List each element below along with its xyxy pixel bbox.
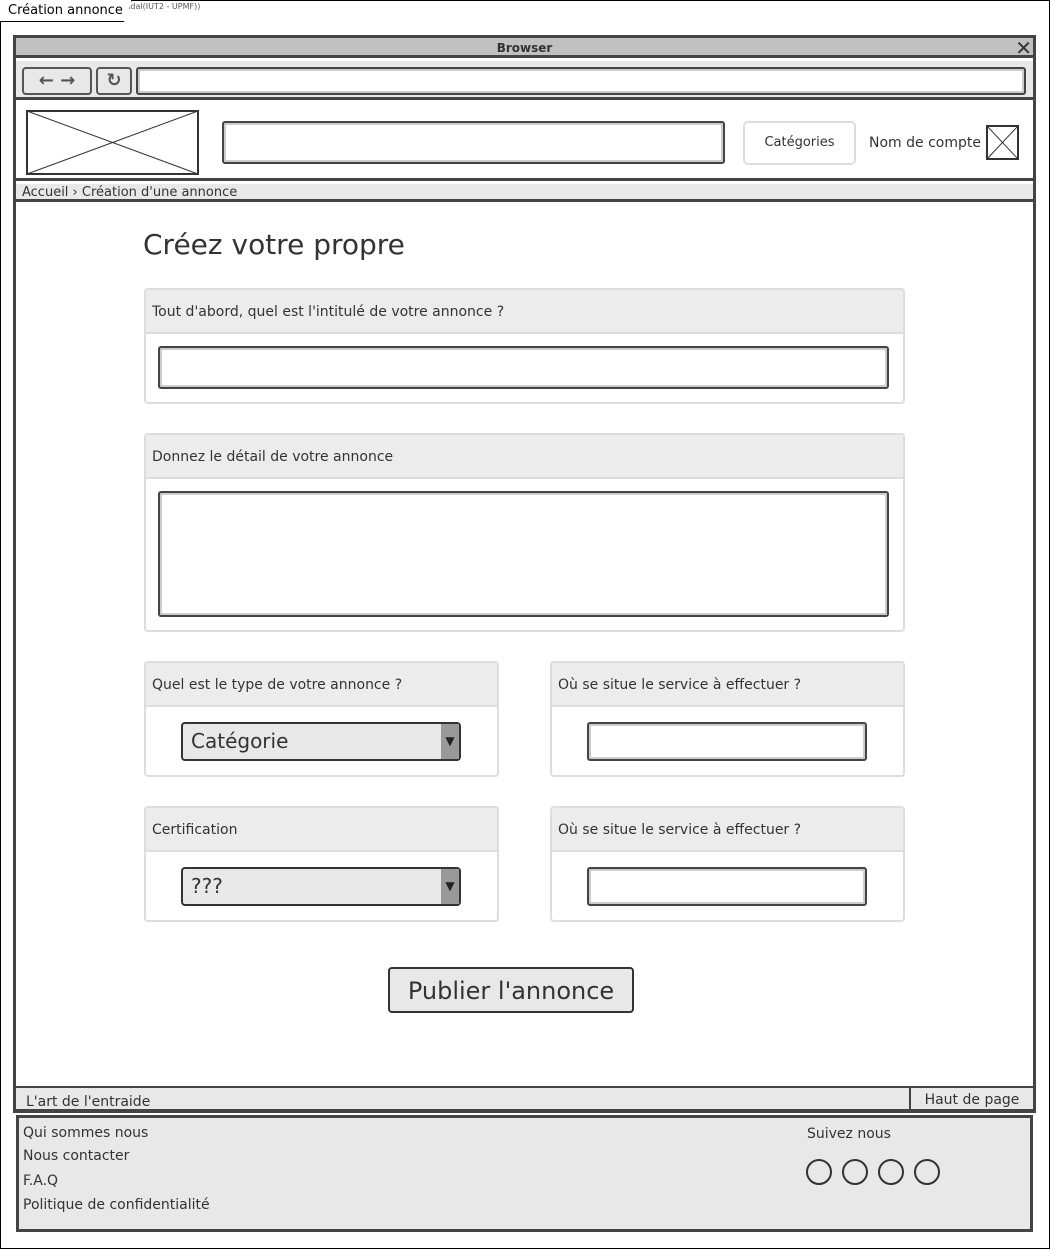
mockup-tab: Création annonce <box>0 0 132 22</box>
reload-icon[interactable]: ↻ <box>96 67 132 95</box>
location-question-1: Où se situe le service à effectuer ? <box>552 663 903 707</box>
location-input-2[interactable] <box>587 867 867 906</box>
title-input[interactable] <box>158 346 889 389</box>
type-select[interactable]: Catégorie ▼ <box>181 722 461 761</box>
type-question: Quel est le type de votre annonce ? <box>146 663 497 707</box>
search-input[interactable] <box>222 121 725 164</box>
avatar-placeholder-icon[interactable] <box>986 125 1019 160</box>
detail-textarea[interactable] <box>158 491 889 617</box>
detail-question: Donnez le détail de votre annonce <box>146 435 903 479</box>
footer-link-privacy[interactable]: Politique de confidentialité <box>23 1197 210 1213</box>
footer-bar: L'art de l'entraide Haut de page <box>16 1086 1033 1112</box>
follow-label: Suivez nous <box>807 1126 891 1142</box>
back-forward-buttons[interactable]: ← → <box>22 67 92 95</box>
page-title: Créez votre propre <box>143 228 405 261</box>
social-icon[interactable] <box>878 1159 904 1185</box>
certification-value: ??? <box>191 874 223 898</box>
social-icon[interactable] <box>914 1159 940 1185</box>
footer-tagline: L'art de l'entraide <box>26 1094 151 1110</box>
address-bar[interactable] <box>136 67 1026 95</box>
forward-arrow-icon[interactable]: → <box>60 70 75 91</box>
type-value: Catégorie <box>191 729 289 753</box>
certification-label: Certification <box>146 808 497 852</box>
breadcrumb[interactable]: Accueil › Création d'une annonce <box>16 184 1033 202</box>
account-name[interactable]: Nom de compte <box>869 135 981 151</box>
title-question: Tout d'abord, quel est l'intitulé de vot… <box>146 290 903 334</box>
certification-select[interactable]: ??? ▼ <box>181 867 461 906</box>
chevron-down-icon: ▼ <box>441 724 459 759</box>
categories-button[interactable]: Catégories <box>743 121 856 165</box>
location-input-1[interactable] <box>587 722 867 761</box>
chevron-down-icon: ▼ <box>441 869 459 904</box>
footer-link-about[interactable]: Qui sommes nous <box>23 1125 148 1141</box>
footer-link-faq[interactable]: F.A.Q <box>23 1173 58 1189</box>
browser-title: Browser <box>16 38 1033 58</box>
social-icon[interactable] <box>842 1159 868 1185</box>
social-icon[interactable] <box>806 1159 832 1185</box>
close-icon[interactable]: ✕ <box>1015 38 1032 58</box>
publish-button[interactable]: Publier l'annonce <box>388 967 634 1013</box>
location-question-2: Où se situe le service à effectuer ? <box>552 808 903 852</box>
back-to-top-link[interactable]: Haut de page <box>909 1086 1033 1112</box>
logo-placeholder-icon <box>26 110 199 175</box>
footer-link-contact[interactable]: Nous contacter <box>23 1148 129 1164</box>
back-arrow-icon[interactable]: ← <box>39 70 54 91</box>
